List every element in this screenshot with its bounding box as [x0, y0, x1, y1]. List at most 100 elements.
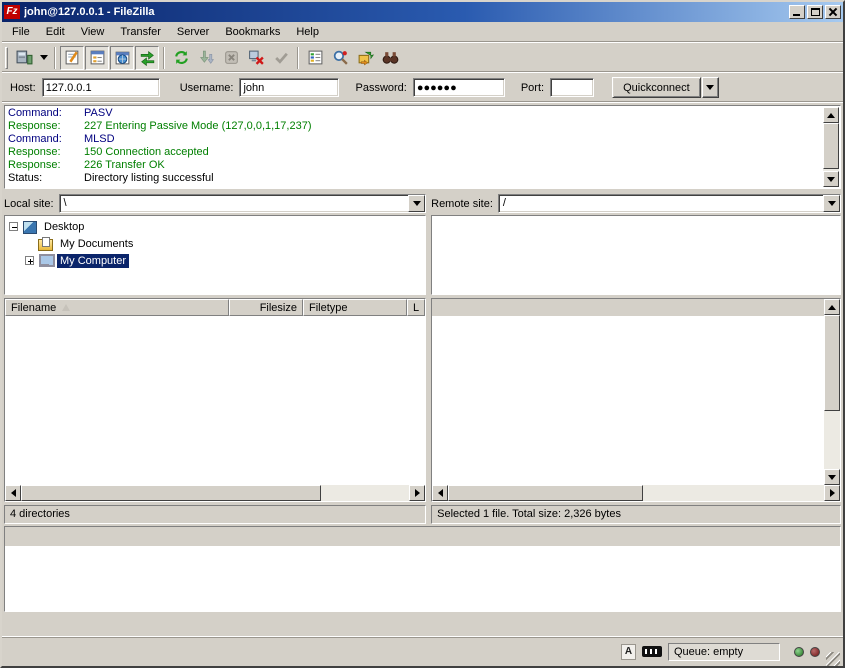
expand-icon[interactable]: [25, 256, 34, 265]
sort-ascending-icon: [62, 304, 70, 311]
cancel-queue-button[interactable]: [219, 46, 243, 70]
remote-site-label: Remote site:: [431, 198, 493, 210]
menu-item[interactable]: Transfer: [112, 24, 169, 40]
scroll-up-icon[interactable]: [824, 299, 840, 315]
queue-list: [5, 546, 840, 611]
queue-tabs: [2, 612, 843, 636]
scroll-right-icon[interactable]: [824, 485, 840, 501]
tree-item[interactable]: Desktop: [5, 218, 425, 235]
toolbar-separator: [163, 47, 165, 69]
local-status-text: 4 directories: [4, 505, 426, 524]
password-input[interactable]: [413, 78, 505, 97]
column-header[interactable]: Filetype: [303, 299, 407, 316]
refresh-button[interactable]: [169, 46, 193, 70]
local-pane: Local site: \ Desktop: [4, 193, 426, 524]
site-manager-dropdown-icon[interactable]: [37, 46, 50, 70]
process-queue-button[interactable]: [194, 46, 218, 70]
username-label: Username:: [180, 82, 234, 94]
toggle-message-log-button[interactable]: [60, 46, 84, 70]
resize-grip[interactable]: [826, 652, 840, 666]
remote-site-bar: Remote site: /: [431, 193, 841, 214]
menu-item[interactable]: View: [73, 24, 113, 40]
scroll-left-icon[interactable]: [5, 485, 21, 501]
tree-item-label[interactable]: My Computer: [57, 254, 129, 268]
remote-horizontal-scrollbar[interactable]: [432, 485, 840, 501]
scroll-thumb[interactable]: [823, 123, 839, 169]
tree-item[interactable]: My Documents: [5, 235, 425, 252]
log-line: Command: PASV: [8, 107, 821, 120]
title-bar[interactable]: Fz john@127.0.0.1 - FileZilla: [2, 2, 843, 22]
local-horizontal-scrollbar[interactable]: [5, 485, 425, 501]
toolbar-separator: [297, 47, 299, 69]
chevron-down-icon[interactable]: [823, 195, 840, 212]
column-header[interactable]: Filename: [5, 299, 229, 316]
tree-item-label[interactable]: My Documents: [57, 237, 136, 251]
toggle-transfer-queue-button[interactable]: [135, 46, 159, 70]
log-line: Response: 150 Connection accepted: [8, 146, 821, 159]
tree-item-label[interactable]: Desktop: [41, 220, 87, 234]
file-search-button[interactable]: [328, 46, 352, 70]
log-line-label: Command:: [8, 133, 84, 146]
scroll-down-icon[interactable]: [824, 469, 840, 485]
synchronized-browsing-button[interactable]: [353, 46, 377, 70]
site-manager-button[interactable]: [12, 46, 36, 70]
directory-comparison-button[interactable]: [378, 46, 402, 70]
abort-button[interactable]: [269, 46, 293, 70]
host-input[interactable]: [42, 78, 160, 97]
menu-item[interactable]: Help: [288, 24, 327, 40]
remote-vertical-scrollbar[interactable]: [824, 299, 840, 485]
minimize-button[interactable]: [789, 5, 805, 19]
log-line: Response: 226 Transfer OK: [8, 159, 821, 172]
quickconnect-dropdown-icon[interactable]: [702, 77, 719, 98]
remote-site-combobox[interactable]: /: [498, 194, 841, 213]
scroll-left-icon[interactable]: [432, 485, 448, 501]
column-header-label: Filesize: [260, 302, 297, 314]
toolbar: [2, 43, 843, 73]
log-scrollbar[interactable]: [823, 107, 839, 187]
log-line-label: Response:: [8, 146, 84, 159]
scroll-thumb[interactable]: [448, 485, 643, 501]
menu-item[interactable]: File: [4, 24, 38, 40]
scroll-right-icon[interactable]: [409, 485, 425, 501]
local-directory-tree: Desktop My Documents: [4, 215, 426, 295]
collapse-icon[interactable]: [9, 222, 18, 231]
column-header-label: L: [413, 302, 419, 314]
scroll-thumb[interactable]: [21, 485, 321, 501]
maximize-button[interactable]: [807, 5, 823, 19]
log-line-text: 226 Transfer OK: [84, 159, 165, 172]
send-activity-led-icon: [810, 647, 820, 657]
tree-item[interactable]: My Computer: [5, 252, 425, 269]
local-site-combobox[interactable]: \: [59, 194, 427, 213]
transfer-queue: [4, 526, 841, 612]
toolbar-grip[interactable]: [5, 47, 8, 69]
local-site-bar: Local site: \: [4, 193, 426, 214]
scroll-up-icon[interactable]: [823, 107, 839, 123]
log-line-text: 150 Connection accepted: [84, 146, 209, 159]
menu-item[interactable]: Edit: [38, 24, 73, 40]
chevron-down-icon[interactable]: [408, 195, 425, 212]
log-line: Command: MLSD: [8, 133, 821, 146]
scroll-thumb[interactable]: [824, 315, 840, 411]
menu-item[interactable]: Bookmarks: [217, 24, 288, 40]
scroll-down-icon[interactable]: [823, 171, 839, 187]
port-input[interactable]: [550, 78, 594, 97]
column-header-label: Filetype: [309, 302, 348, 314]
remote-status-text: Selected 1 file. Total size: 2,326 bytes: [431, 505, 841, 524]
column-header[interactable]: L: [407, 299, 425, 316]
toggle-local-tree-button[interactable]: [85, 46, 109, 70]
log-line-text: MLSD: [84, 133, 115, 146]
local-file-list: Filename Filesize Filetype L: [4, 298, 426, 502]
remote-list-header: [432, 299, 824, 316]
menu-item[interactable]: Server: [169, 24, 217, 40]
directory-filter-button[interactable]: [303, 46, 327, 70]
filezilla-logo-icon: Fz: [4, 5, 20, 19]
transfer-type-indicator-icon: A: [621, 644, 636, 660]
toggle-remote-tree-button[interactable]: [110, 46, 134, 70]
username-input[interactable]: [239, 78, 339, 97]
desktop-icon: [22, 220, 37, 233]
column-header[interactable]: Filesize: [229, 299, 303, 316]
close-button[interactable]: [825, 5, 841, 19]
filezilla-window: Fz john@127.0.0.1 - FileZilla FileEditVi…: [0, 0, 845, 668]
quickconnect-button[interactable]: Quickconnect: [612, 77, 701, 98]
disconnect-button[interactable]: [244, 46, 268, 70]
